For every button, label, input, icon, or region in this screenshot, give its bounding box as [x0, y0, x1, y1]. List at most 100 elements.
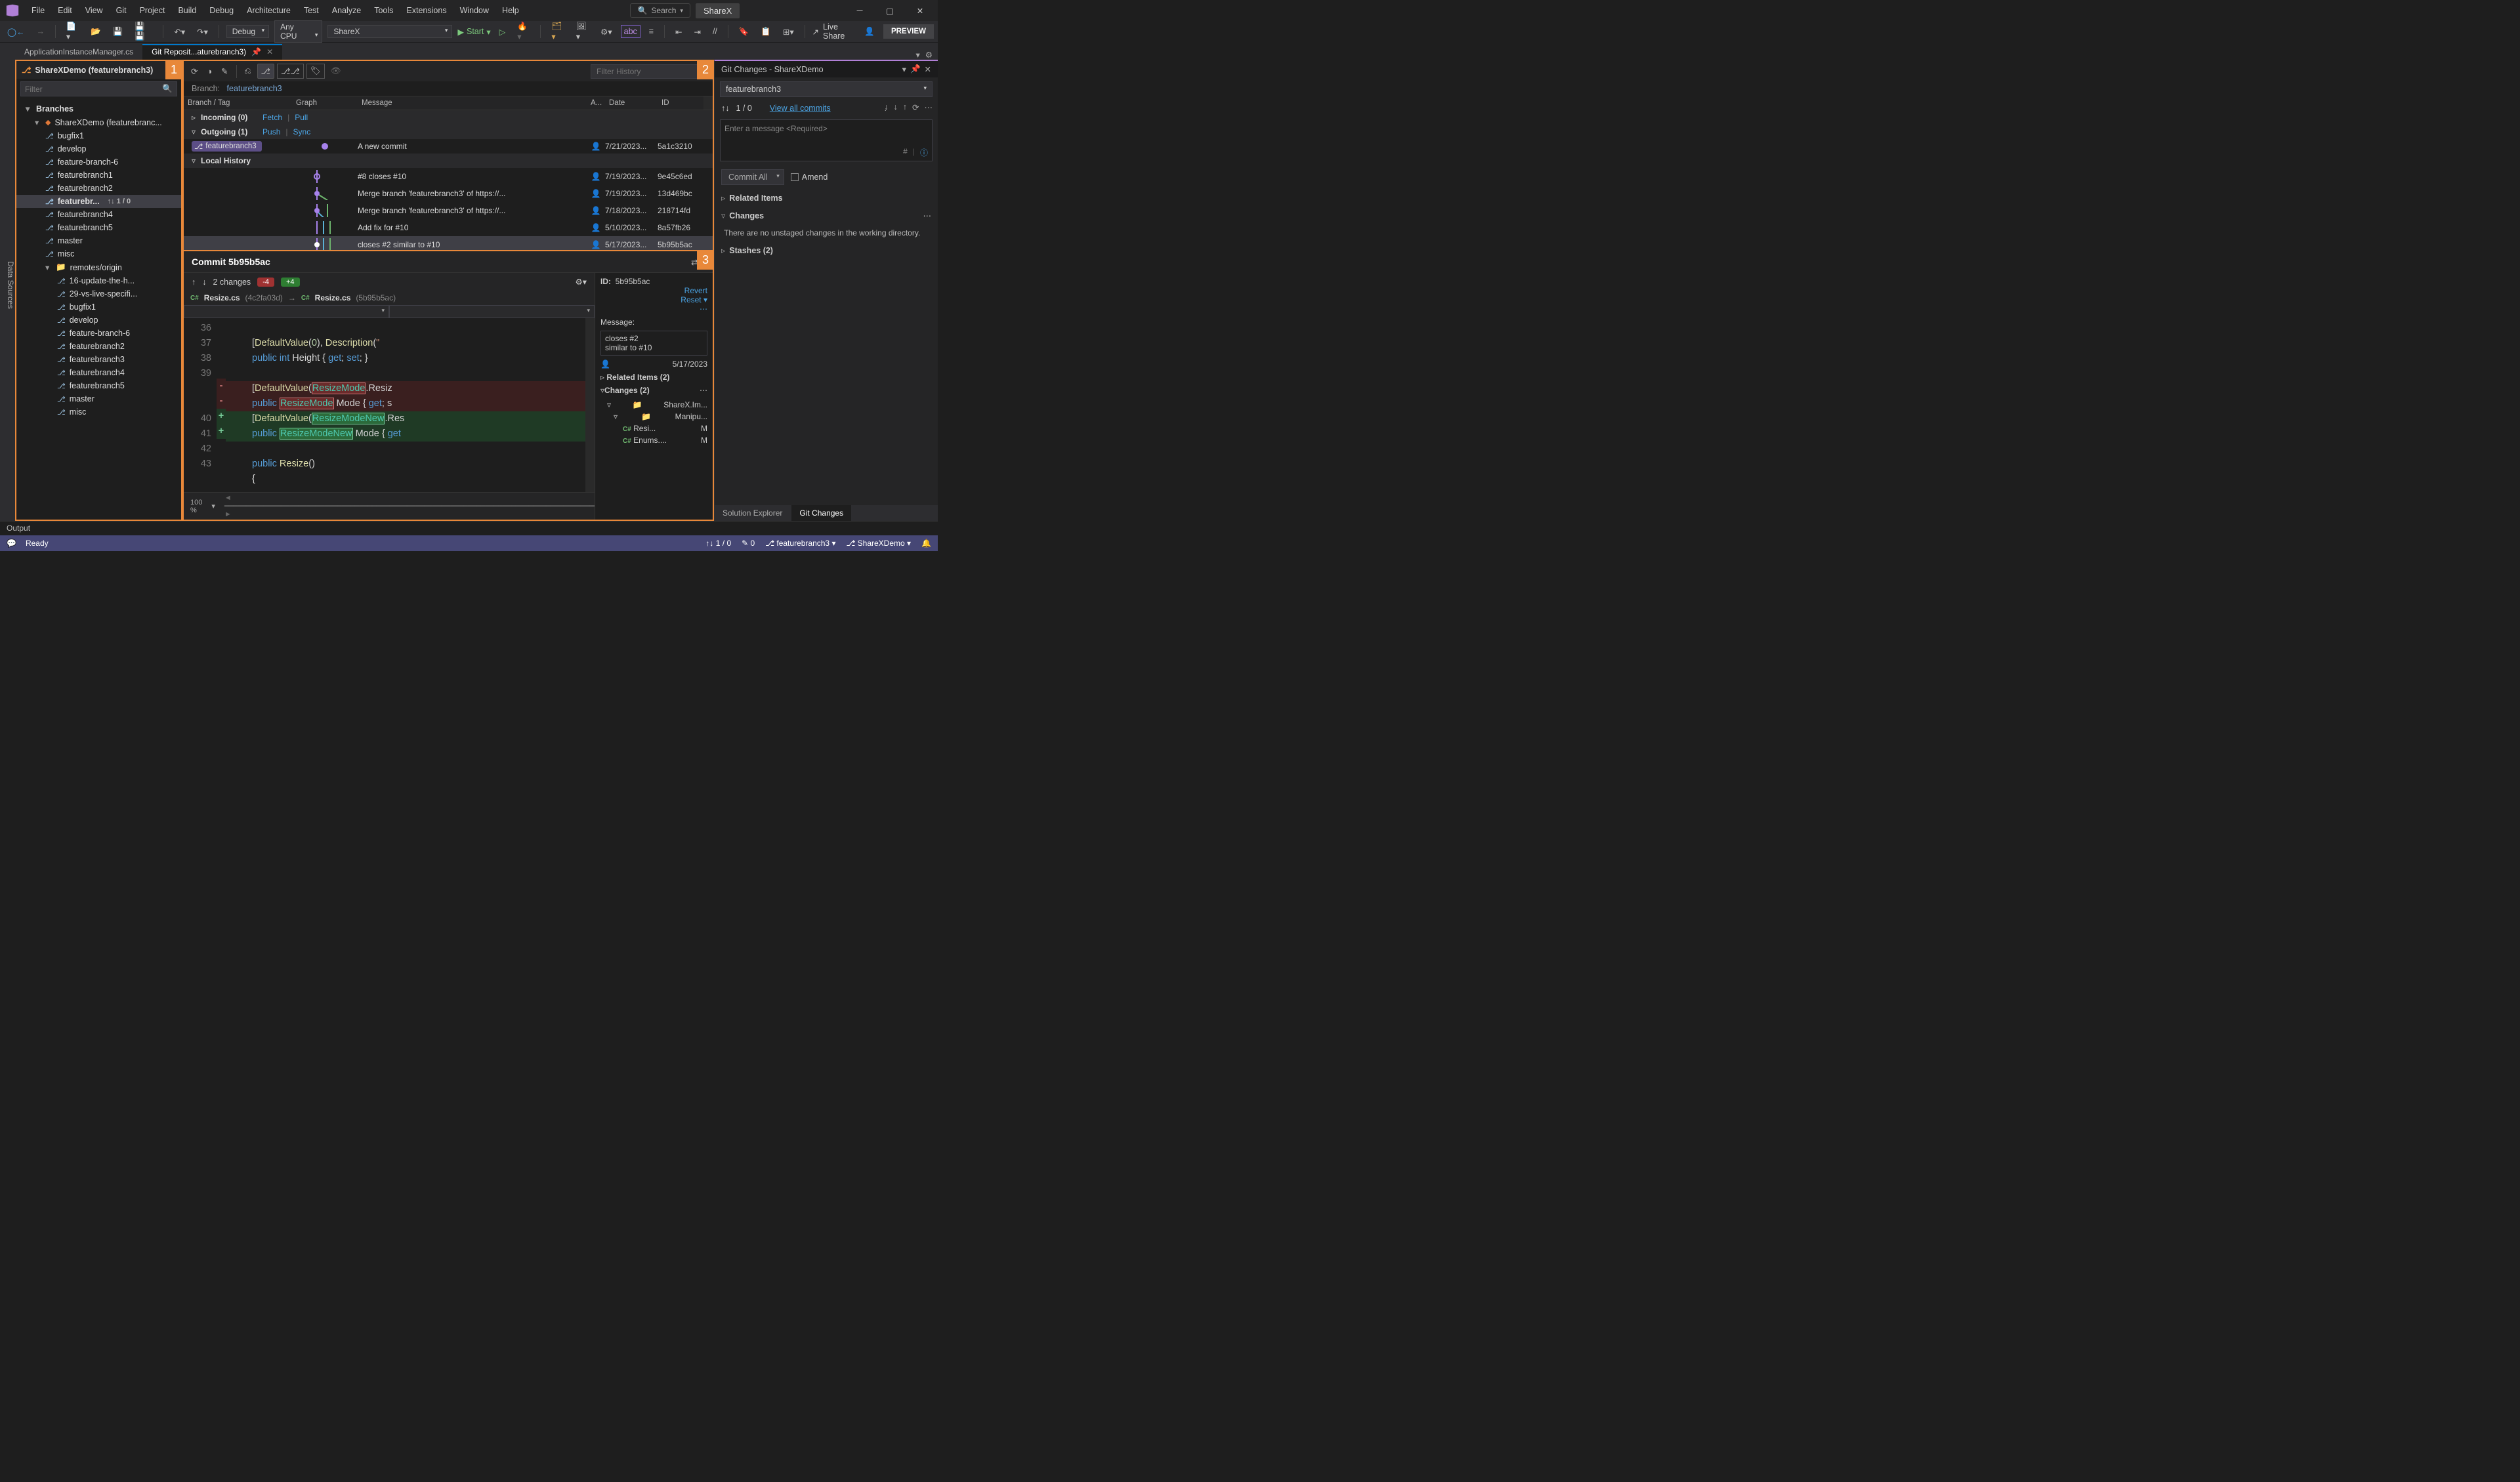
view-all-commits-link[interactable]: View all commits	[770, 104, 831, 113]
close-button[interactable]: ✕	[905, 1, 935, 20]
branch-dropdown[interactable]: featurebranch3	[720, 81, 933, 97]
amend-checkbox[interactable]: Amend	[791, 173, 828, 182]
menu-debug[interactable]: Debug	[203, 2, 240, 19]
close-icon[interactable]: ✕	[266, 47, 273, 56]
branch-master[interactable]: ⎇master	[16, 234, 181, 247]
new-project-button[interactable]: 📄▾	[63, 20, 82, 43]
commit-row[interactable]: #8 closes #10👤7/19/2023...9e45c6ed	[184, 168, 713, 185]
feedback-icon[interactable]: 💬	[7, 539, 16, 548]
pull-icon[interactable]: ↓	[894, 102, 898, 112]
menu-window[interactable]: Window	[453, 2, 495, 19]
tab-git-changes[interactable]: Git Changes	[791, 505, 851, 521]
filter-input[interactable]	[25, 85, 162, 94]
status-branch[interactable]: ⎇ featurebranch3 ▾	[765, 539, 835, 548]
format-button[interactable]: ≡	[646, 25, 657, 38]
status-repo[interactable]: ⎇ ShareXDemo ▾	[846, 539, 911, 548]
commit-row[interactable]: Merge branch 'featurebranch3' of https:/…	[184, 185, 713, 202]
revision-button[interactable]: ◑	[203, 65, 215, 78]
account-button[interactable]: 👤	[861, 25, 878, 39]
close-icon[interactable]: ✕	[925, 64, 931, 74]
compare-button[interactable]: ⎌	[242, 64, 255, 78]
commit-row[interactable]: Add fix for #10👤5/10/2023...8a57fb26	[184, 219, 713, 236]
branch-bugfix1[interactable]: ⎇bugfix1	[16, 129, 181, 142]
changes-section[interactable]: ▿Changes⋯	[715, 207, 938, 224]
preview-button[interactable]: PREVIEW	[883, 24, 934, 39]
outgoing-section[interactable]: ▿Outgoing (1) Push | Sync	[184, 125, 713, 139]
gear-icon[interactable]: ⚙▾	[576, 277, 587, 287]
nav-fwd-button[interactable]: →	[33, 25, 49, 38]
repo-header[interactable]: ⎇ ShareXDemo (featurebranch3)	[16, 61, 181, 79]
undo-button[interactable]: ↶▾	[171, 25, 188, 39]
menu-project[interactable]: Project	[133, 2, 172, 19]
pin-icon[interactable]: 📌	[251, 47, 261, 56]
menu-analyze[interactable]: Analyze	[326, 2, 368, 19]
branch-featurebranch4[interactable]: ⎇featurebranch4	[16, 208, 181, 221]
status-pending[interactable]: ✎ 0	[742, 539, 755, 548]
branch-develop[interactable]: ⎇develop	[16, 142, 181, 155]
branch-featurebranch3[interactable]: ⎇featurebr...↑↓ 1 / 0	[16, 195, 181, 208]
revert-link[interactable]: Revert	[600, 286, 707, 295]
remote-master[interactable]: ⎇master	[16, 392, 181, 405]
remotes-node[interactable]: ▾📁remotes/origin	[16, 260, 181, 274]
startup-dropdown[interactable]: ShareX	[327, 25, 452, 38]
remote-develop[interactable]: ⎇develop	[16, 314, 181, 327]
diff-dropdown-left[interactable]	[184, 305, 389, 318]
fetch-icon[interactable]: ↓̣	[884, 102, 888, 112]
config-dropdown[interactable]: Debug	[226, 25, 269, 38]
related-items-section[interactable]: ▹Related Items	[715, 189, 938, 207]
branch-featurebranch1[interactable]: ⎇featurebranch1	[16, 169, 181, 182]
remote-featurebranch4[interactable]: ⎇featurebranch4	[16, 366, 181, 379]
tab-solution-explorer[interactable]: Solution Explorer	[715, 505, 790, 521]
gear-button[interactable]: ⚙▾	[597, 25, 615, 39]
up-arrow-icon[interactable]: ↑	[192, 278, 196, 287]
incoming-section[interactable]: ▹Incoming (0) Fetch | Pull	[184, 110, 713, 125]
search-box[interactable]: 🔍 Search ▾	[630, 3, 690, 18]
more-icon[interactable]: ⋯	[700, 386, 707, 395]
push-link[interactable]: Push	[262, 127, 280, 136]
remote-featurebranch2[interactable]: ⎇featurebranch2	[16, 340, 181, 353]
solution-name-chip[interactable]: ShareX	[696, 3, 740, 18]
remote-misc[interactable]: ⎇misc	[16, 405, 181, 419]
stashes-section[interactable]: ▹Stashes (2)	[715, 241, 938, 259]
side-rail-data-sources[interactable]: Data Sources	[0, 43, 15, 521]
task-button[interactable]: 📋	[757, 25, 774, 39]
info-icon[interactable]: ⓘ	[920, 147, 928, 158]
platform-dropdown[interactable]: Any CPU	[274, 20, 322, 43]
branch-filter[interactable]: 🔍	[20, 81, 177, 96]
branch-featurebranch2[interactable]: ⎇featurebranch2	[16, 182, 181, 195]
more-icon[interactable]: ⋯	[925, 102, 933, 112]
push-icon[interactable]: ↑	[903, 102, 907, 112]
menu-view[interactable]: View	[79, 2, 110, 19]
diff-dropdown-right[interactable]	[389, 305, 595, 318]
save-all-button[interactable]: 💾💾	[131, 20, 156, 43]
project-node[interactable]: ▿ 📁 ShareX.Im...	[600, 399, 707, 411]
branch-misc[interactable]: ⎇misc	[16, 247, 181, 260]
remote-feature6[interactable]: ⎇feature-branch-6	[16, 327, 181, 340]
graph-mode-2[interactable]: ⎇⎇	[277, 64, 304, 79]
indent-button[interactable]: ⇥	[690, 25, 704, 39]
dropdown-icon[interactable]: ▾	[902, 64, 906, 74]
branches-header[interactable]: ▾Branches	[16, 102, 181, 115]
remote-featurebranch3[interactable]: ⎇featurebranch3	[16, 353, 181, 366]
down-arrow-icon[interactable]: ↓	[202, 278, 206, 287]
redo-button[interactable]: ↷▾	[194, 25, 211, 39]
browser-button[interactable]: 🗂▾	[548, 20, 567, 43]
output-tab[interactable]: Output	[0, 521, 938, 535]
v-scrollbar[interactable]	[585, 318, 595, 492]
hash-icon[interactable]: #	[903, 147, 908, 158]
open-button[interactable]: 📂	[87, 25, 104, 39]
menu-extensions[interactable]: Extensions	[400, 2, 453, 19]
menu-edit[interactable]: Edit	[51, 2, 79, 19]
branch-featurebranch5[interactable]: ⎇featurebranch5	[16, 221, 181, 234]
code-area[interactable]: 3637383940414243 -- ++	[184, 318, 595, 492]
sync-button[interactable]: 🖼▾	[573, 20, 592, 43]
blame-button[interactable]: ✎	[218, 64, 231, 78]
refresh-button[interactable]: ⟳	[188, 64, 201, 78]
menu-architecture[interactable]: Architecture	[240, 2, 297, 19]
commit-all-button[interactable]: Commit All	[721, 169, 784, 185]
hot-reload-button[interactable]: 🔥▾	[514, 20, 533, 43]
comment-button[interactable]: //	[709, 25, 721, 38]
sync-link[interactable]: Sync	[293, 127, 311, 136]
filter-history-input[interactable]	[591, 64, 709, 79]
more-icon[interactable]: ⋯	[600, 304, 707, 314]
